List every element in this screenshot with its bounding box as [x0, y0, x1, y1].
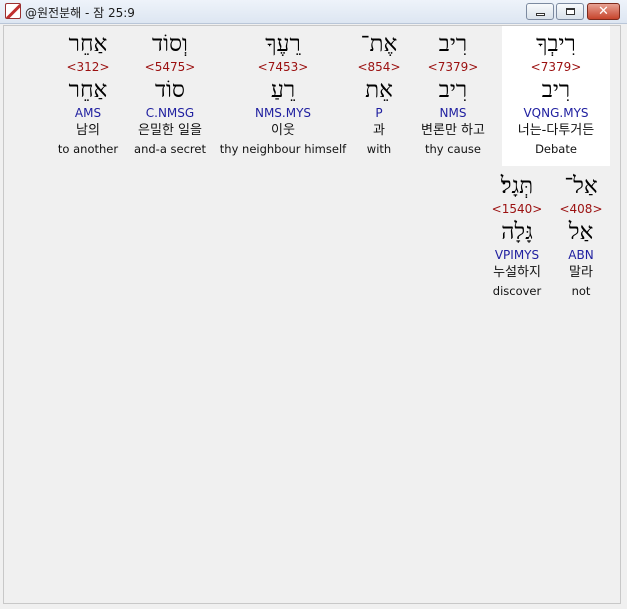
- korean-gloss: 누설하지: [493, 265, 541, 280]
- morphology-code: VQNG.MYS: [523, 106, 589, 120]
- hebrew-word: רֵעֶךָ: [265, 31, 301, 57]
- word-column[interactable]: אַל־ <408> אַל ABN 말라 not: [556, 171, 606, 299]
- strong-number[interactable]: <7453>: [216, 59, 350, 75]
- morphology-code: P: [375, 106, 383, 120]
- morphology-code: ABN: [568, 248, 594, 262]
- korean-gloss: 은밀한 일을: [138, 123, 202, 138]
- morphology-code: C.NMSG: [145, 106, 195, 120]
- word-column[interactable]: רֵעֶךָ <7453> רֵעַ NMS.MYS 이웃 thy neighb…: [216, 29, 350, 157]
- korean-gloss: 너는-다투거든: [517, 123, 595, 138]
- english-gloss: to another: [57, 142, 119, 156]
- hebrew-lemma: רִיב: [541, 77, 571, 103]
- word-column[interactable]: רִיבְךָ <7379> רִיב VQNG.MYS 너는-다투거든 Deb…: [502, 26, 610, 166]
- minimize-icon: [535, 13, 545, 16]
- strong-number[interactable]: <7379>: [502, 59, 610, 75]
- word-column[interactable]: רִיב <7379> רִיב NMS 변론만 하고 thy cause: [406, 29, 500, 157]
- english-gloss: not: [571, 284, 591, 298]
- strong-number[interactable]: <408>: [556, 201, 606, 217]
- korean-gloss: 말라: [569, 265, 593, 280]
- hebrew-word: רִיב: [438, 31, 468, 57]
- interlinear-panel[interactable]: רִיבְךָ <7379> רִיב VQNG.MYS 너는-다투거든 Deb…: [3, 25, 621, 604]
- strong-number[interactable]: <854>: [354, 59, 404, 75]
- hebrew-lemma: אַל: [568, 219, 594, 245]
- english-gloss: discover: [492, 284, 542, 298]
- title-bar[interactable]: @원전분해 - 잠 25:9 ✕: [0, 0, 627, 24]
- korean-gloss: 변론만 하고: [421, 123, 485, 138]
- maximize-icon: [565, 8, 575, 15]
- hebrew-lemma: אֵת: [365, 77, 393, 103]
- minimize-button[interactable]: [526, 3, 554, 20]
- hebrew-word: אֶת־: [360, 31, 398, 57]
- english-gloss: thy cause: [425, 142, 481, 156]
- main-window: @원전분해 - 잠 25:9 ✕ רִיבְךָ <7379> רִיב VQN…: [0, 0, 627, 609]
- strong-number[interactable]: <7379>: [406, 59, 500, 75]
- hebrew-lemma: סוֹד: [154, 77, 186, 103]
- hebrew-word: רִיבְךָ: [536, 31, 576, 57]
- word-column[interactable]: וְסוֹד <5475> סוֹד C.NMSG 은밀한 일을 and-a s…: [128, 29, 212, 157]
- hebrew-word: וְסוֹד: [152, 31, 188, 57]
- morphology-code: NMS.MYS: [254, 106, 312, 120]
- word-column[interactable]: אַחֵר <312> אַחֵר AMS 남의 to another: [52, 29, 124, 157]
- english-gloss: Debate: [535, 142, 577, 156]
- word-column[interactable]: תְּגָל׃ <1540> גָּלָה VPIMYS 누설하지 discov…: [482, 171, 552, 299]
- hebrew-word: אַל־: [564, 173, 598, 199]
- hebrew-lemma: רִיב: [438, 77, 468, 103]
- morphology-code: AMS: [74, 106, 102, 120]
- word-column[interactable]: אֶת־ <854> אֵת P 과 with: [354, 29, 404, 157]
- close-icon: ✕: [598, 4, 609, 19]
- morphology-code: NMS: [439, 106, 467, 120]
- korean-gloss: 이웃: [271, 123, 295, 138]
- hebrew-lemma: גָּלָה: [501, 219, 533, 245]
- bible-app-icon[interactable]: [5, 3, 21, 19]
- korean-gloss: 과: [373, 123, 385, 138]
- strong-number[interactable]: <5475>: [128, 59, 212, 75]
- hebrew-lemma: רֵעַ: [270, 77, 296, 103]
- english-gloss: thy neighbour himself: [219, 142, 347, 156]
- close-button[interactable]: ✕: [587, 3, 620, 20]
- window-title: @원전분해 - 잠 25:9: [25, 6, 135, 20]
- strong-number[interactable]: <312>: [52, 59, 124, 75]
- morphology-code: VPIMYS: [494, 248, 540, 262]
- strong-number[interactable]: <1540>: [482, 201, 552, 217]
- korean-gloss: 남의: [76, 123, 100, 138]
- maximize-button[interactable]: [556, 3, 584, 20]
- hebrew-word: אַחֵר: [68, 31, 108, 57]
- english-gloss: and-a secret: [134, 142, 206, 156]
- hebrew-word: תְּגָל׃: [500, 173, 534, 199]
- english-gloss: with: [366, 142, 392, 156]
- hebrew-lemma: אַחֵר: [68, 77, 108, 103]
